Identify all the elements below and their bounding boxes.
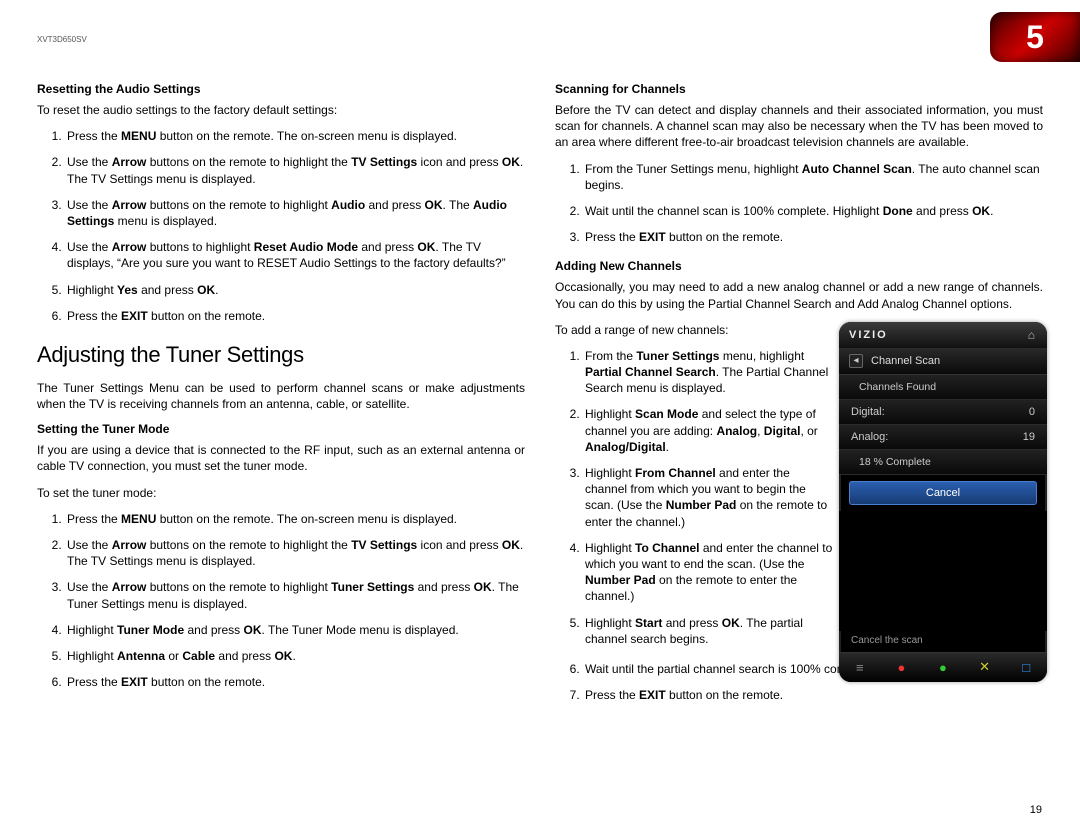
- step: Use the Arrow buttons on the remote to h…: [65, 154, 525, 186]
- home-icon: ⌂: [1028, 328, 1037, 342]
- device-navbar: ≡ ● ● ✕ □: [839, 652, 1047, 682]
- step: Press the EXIT button on the remote.: [583, 229, 1043, 245]
- tv-remote-screen: VIZIO ⌂ ◂ Channel Scan Channels Found Di…: [839, 322, 1047, 682]
- nav-red-icon: ●: [892, 660, 910, 675]
- steps-reset-audio: Press the MENU button on the remote. The…: [37, 128, 525, 324]
- steps-scanning: From the Tuner Settings menu, highlight …: [555, 161, 1043, 246]
- device-row-found: Channels Found: [839, 375, 1047, 400]
- step: Press the EXIT button on the remote.: [65, 674, 525, 690]
- step: From the Tuner Settings menu, highlight …: [583, 348, 833, 397]
- tuner-intro: The Tuner Settings Menu can be used to p…: [37, 380, 525, 412]
- nav-green-icon: ●: [934, 660, 952, 675]
- back-icon: ◂: [849, 354, 863, 368]
- step: Press the EXIT button on the remote.: [583, 687, 1043, 703]
- step: Highlight To Channel and enter the chann…: [583, 540, 833, 605]
- device-hint: Cancel the scan: [839, 631, 1047, 650]
- tuner-mode-para1: If you are using a device that is connec…: [37, 442, 525, 474]
- subhead-scanning: Scanning for Channels: [555, 82, 1043, 96]
- page-number: 19: [1030, 804, 1042, 816]
- nav-blue-icon: □: [1017, 660, 1035, 675]
- subhead-tuner-mode: Setting the Tuner Mode: [37, 422, 525, 436]
- subhead-reset-audio: Resetting the Audio Settings: [37, 82, 525, 96]
- subhead-adding: Adding New Channels: [555, 259, 1043, 273]
- step: Highlight From Channel and enter the cha…: [583, 465, 833, 530]
- step: From the Tuner Settings menu, highlight …: [583, 161, 1043, 193]
- left-column: Resetting the Audio Settings To reset th…: [37, 82, 525, 717]
- device-cancel-button: Cancel: [849, 481, 1037, 505]
- step: Press the MENU button on the remote. The…: [65, 511, 525, 527]
- step: Press the MENU button on the remote. The…: [65, 128, 525, 144]
- step: Press the EXIT button on the remote.: [65, 308, 525, 324]
- steps-adding-narrow: From the Tuner Settings menu, highlight …: [555, 348, 833, 647]
- step: Use the Arrow buttons to highlight Reset…: [65, 239, 525, 271]
- chapter-badge: 5: [990, 12, 1080, 62]
- device-header: VIZIO ⌂: [839, 322, 1047, 348]
- device-row-progress: 18 % Complete: [839, 450, 1047, 475]
- scanning-intro: Before the TV can detect and display cha…: [555, 102, 1043, 151]
- step: Use the Arrow buttons on the remote to h…: [65, 537, 525, 569]
- step: Highlight Yes and press OK.: [65, 282, 525, 298]
- device-row-analog: Analog:19: [839, 425, 1047, 450]
- intro-reset-audio: To reset the audio settings to the facto…: [37, 102, 525, 118]
- device-title-row: ◂ Channel Scan: [839, 348, 1047, 375]
- step: Highlight Tuner Mode and press OK. The T…: [65, 622, 525, 638]
- adding-intro: Occasionally, you may need to add a new …: [555, 279, 1043, 311]
- adding-block: To add a range of new channels: From the…: [555, 322, 1043, 647]
- step: Highlight Start and press OK. The partia…: [583, 615, 833, 647]
- model-number: XVT3D650SV: [37, 35, 87, 44]
- step: Use the Arrow buttons on the remote to h…: [65, 197, 525, 229]
- nav-menu-icon: ≡: [851, 660, 869, 675]
- device-blank-area: [839, 511, 1047, 631]
- steps-tuner-mode: Press the MENU button on the remote. The…: [37, 511, 525, 691]
- device-row-digital: Digital:0: [839, 400, 1047, 425]
- step: Wait until the channel scan is 100% comp…: [583, 203, 1043, 219]
- step: Use the Arrow buttons on the remote to h…: [65, 579, 525, 611]
- nav-yellow-icon: ✕: [976, 659, 994, 675]
- step: Highlight Scan Mode and select the type …: [583, 406, 833, 455]
- section-title-tuner: Adjusting the Tuner Settings: [37, 342, 525, 368]
- step: Highlight Antenna or Cable and press OK.: [65, 648, 525, 664]
- device-brand: VIZIO: [849, 329, 888, 341]
- content-columns: Resetting the Audio Settings To reset th…: [37, 82, 1043, 717]
- right-column: Scanning for Channels Before the TV can …: [555, 82, 1043, 717]
- device-title: Channel Scan: [871, 355, 940, 367]
- tuner-mode-para2: To set the tuner mode:: [37, 485, 525, 501]
